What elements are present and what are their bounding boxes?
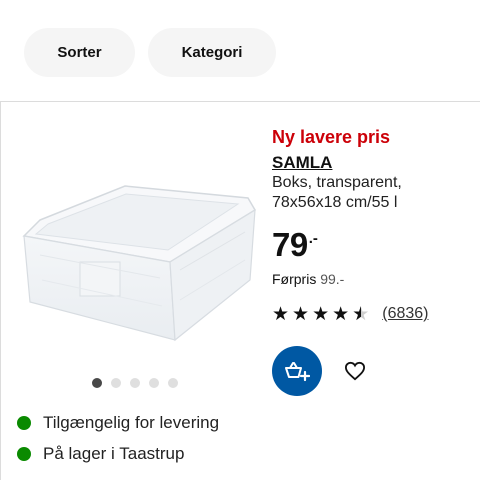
product-name[interactable]: SAMLA [272, 152, 472, 173]
star-icon: ★ [332, 303, 350, 325]
carousel-dot[interactable] [130, 378, 140, 388]
carousel-dot[interactable] [92, 378, 102, 388]
product-description-line2: 78x56x18 cm/55 l [272, 194, 398, 211]
product-description-line1: Boks, transparent, [272, 174, 402, 191]
star-icon: ★ [312, 303, 330, 325]
price-badge: Ny lavere pris [272, 127, 391, 147]
star-icon: ★ [272, 303, 290, 325]
rating[interactable]: ★ ★ ★ ★ ★★ (6836) [272, 303, 428, 325]
divider [0, 101, 480, 102]
previous-price-label: Førpris [272, 271, 317, 287]
star-icon: ★ [292, 303, 310, 325]
availability-store: På lager i Taastrup [17, 444, 184, 464]
price: 79 .- [272, 228, 318, 262]
add-to-cart-button[interactable] [272, 346, 322, 396]
half-star-icon: ★★ [352, 303, 370, 325]
previous-price-value: 99.- [320, 271, 345, 287]
availability-delivery: Tilgængelig for levering [17, 413, 219, 433]
category-button[interactable]: Kategori [148, 28, 276, 77]
add-to-cart-icon [285, 362, 310, 382]
review-count[interactable]: (6836) [382, 305, 428, 323]
previous-price: Førpris 99.- [272, 271, 344, 287]
status-dot [17, 416, 31, 430]
product-info: Ny lavere pris SAMLA Boks, transparent, … [272, 126, 472, 213]
carousel-dot[interactable] [168, 378, 178, 388]
heart-icon [344, 361, 366, 381]
favorite-button[interactable] [335, 351, 375, 391]
sort-button[interactable]: Sorter [24, 28, 135, 77]
availability-delivery-text: Tilgængelig for levering [43, 413, 220, 432]
carousel-dot[interactable] [111, 378, 121, 388]
transparent-box-image [22, 185, 257, 342]
price-integer: 79 [272, 226, 308, 263]
product-image[interactable] [10, 150, 260, 355]
image-carousel-dots [92, 378, 178, 388]
carousel-dot[interactable] [149, 378, 159, 388]
divider-vertical [0, 101, 1, 480]
price-decimal: .- [308, 230, 318, 247]
filter-bar: Sorter Kategori [0, 0, 480, 100]
availability-store-text: På lager i Taastrup [43, 444, 185, 463]
status-dot [17, 447, 31, 461]
